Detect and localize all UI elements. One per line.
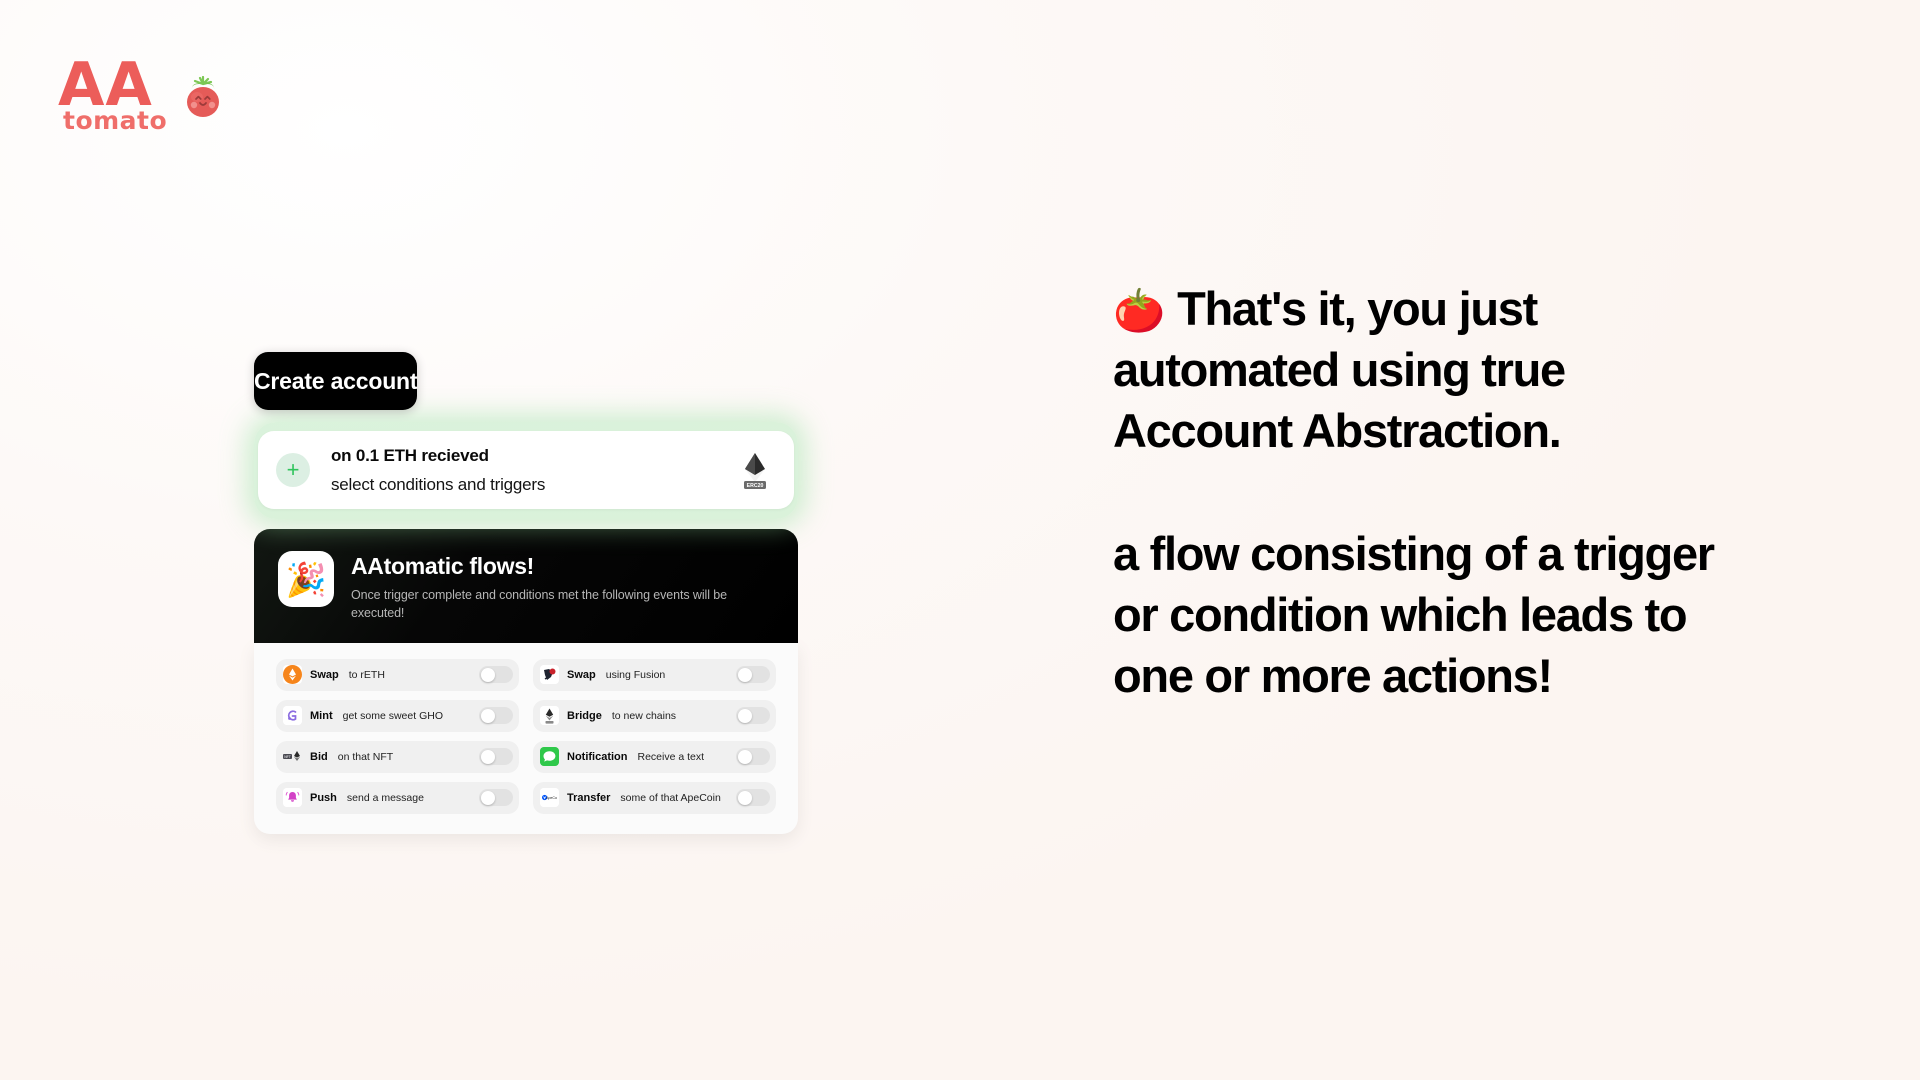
brand-wordmark: AA tomato [58,50,170,135]
tomato-emoji-icon: 🍅 [1113,287,1166,334]
action-row[interactable]: Swap using Fusion [533,658,776,691]
trigger-card-glow-wrapper: + on 0.1 ETH recieved select conditions … [254,422,798,519]
copy-paragraph-1-text: That's it, you just automated using true… [1113,282,1566,458]
action-row[interactable]: NFT Bid on that NFT [276,740,519,773]
action-description: to new chains [611,709,677,722]
action-description: using Fusion [605,668,666,681]
trigger-card-text: on 0.1 ETH recieved select conditions an… [331,446,738,495]
party-popper-icon: 🎉 [278,551,334,607]
action-toggle[interactable] [479,789,513,806]
action-label: Swap [310,668,339,681]
gho-mint-icon [283,706,302,725]
aatomatic-flows-text: AAtomatic flows! Once trigger complete a… [351,551,746,623]
party-popper-emoji: 🎉 [285,560,327,598]
trigger-card[interactable]: + on 0.1 ETH recieved select conditions … [258,431,794,509]
svg-text:ERC20: ERC20 [747,483,764,489]
aatomatic-flows-title: AAtomatic flows! [351,553,535,579]
push-bell-icon [283,788,302,807]
action-row[interactable]: Notification Receive a text [533,740,776,773]
action-label: Notification [567,750,628,763]
copy-paragraph-1: 🍅 That's it, you just automated using tr… [1113,278,1733,461]
aatomatic-flows-header: 🎉 AAtomatic flows! Once trigger complete… [254,529,798,643]
actions-grid: Swap to rETH Swap using Fusion Mint get … [254,642,798,834]
action-description: some of that ApeCoin [620,791,721,804]
action-toggle[interactable] [736,707,770,724]
action-description: Receive a text [637,750,705,763]
brand-wordmark-aa: AA [58,50,153,120]
action-toggle[interactable] [479,666,513,683]
aatomatic-flows-subtitle: Once trigger complete and conditions met… [351,588,727,620]
action-toggle[interactable] [736,748,770,765]
action-toggle[interactable] [479,707,513,724]
message-notification-icon [540,747,559,766]
plus-icon[interactable]: + [276,453,310,487]
ethereum-erc20-icon: ERC20 [738,451,772,489]
action-label: Swap [567,668,596,681]
action-toggle[interactable] [736,666,770,683]
action-description: get some sweet GHO [342,709,443,722]
action-row[interactable]: Push send a message [276,781,519,814]
action-row[interactable]: Mint get some sweet GHO [276,699,519,732]
ethereum-bridge-icon [540,706,559,725]
action-toggle[interactable] [479,748,513,765]
ethereum-orange-icon [283,665,302,684]
tomato-mascot-icon [180,75,226,128]
action-label: Push [310,791,337,804]
trigger-subtitle: select conditions and triggers [331,474,546,494]
marketing-copy: 🍅 That's it, you just automated using tr… [1113,278,1733,707]
create-account-button[interactable]: Create account [254,352,418,410]
action-description: to rETH [348,668,385,681]
action-toggle[interactable] [736,789,770,806]
action-label: Mint [310,709,333,722]
apecoin-transfer-icon: ApeCo [540,788,559,807]
flow-builder-panel: Create account + on 0.1 ETH recieved sel… [254,352,798,834]
brand-logo[interactable]: AA tomato [58,50,226,135]
action-description: send a message [346,791,424,804]
trigger-title: on 0.1 ETH recieved [331,445,489,465]
action-description: on that NFT [337,750,394,763]
action-label: Bridge [567,709,602,722]
action-label: Transfer [567,791,611,804]
action-label: Bid [310,750,328,763]
svg-text:NFT: NFT [284,755,291,759]
action-row[interactable]: Bridge to new chains [533,699,776,732]
nft-bid-icon: NFT [283,747,302,766]
action-row[interactable]: ApeCo Transfer some of that ApeCoin [533,781,776,814]
brand-wordmark-tomato: tomato [63,106,168,136]
svg-text:ApeCo: ApeCo [546,796,557,800]
copy-paragraph-2: a flow consisting of a trigger or condit… [1113,527,1715,703]
1inch-fusion-icon [540,665,559,684]
action-row[interactable]: Swap to rETH [276,658,519,691]
